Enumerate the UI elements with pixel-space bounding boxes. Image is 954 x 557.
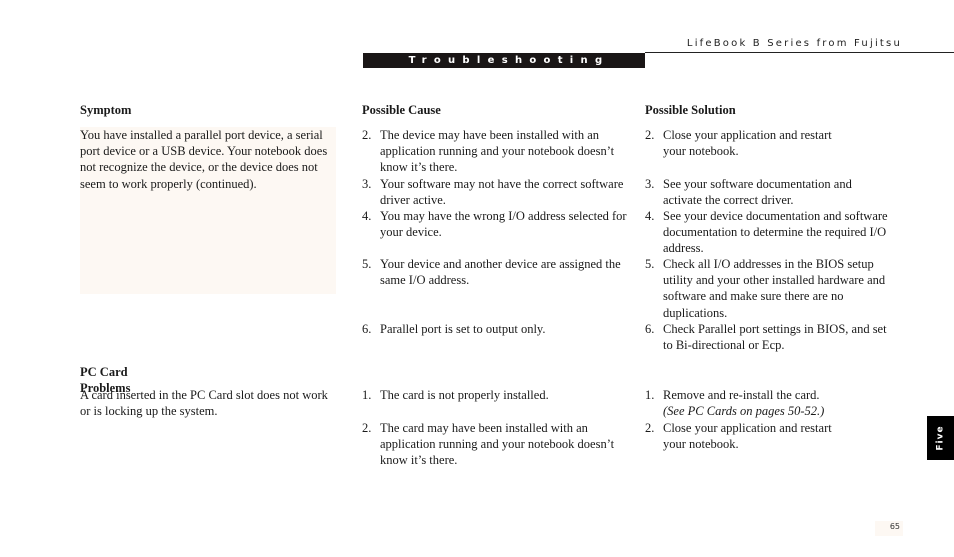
item-text: The card is not properly installed. bbox=[380, 388, 549, 402]
item-text: Parallel port is set to output only. bbox=[380, 322, 546, 336]
item-text: See your software documentation and acti… bbox=[663, 177, 852, 208]
item-number: 3. bbox=[645, 177, 655, 191]
cause-item: 2. The card may have been installed with… bbox=[362, 420, 632, 469]
item-number: 6. bbox=[645, 322, 655, 336]
symptom-text: A card inserted in the PC Card slot does… bbox=[80, 388, 328, 419]
item-number: 4. bbox=[645, 209, 655, 223]
cause-item: 6. Parallel port is set to output only. bbox=[362, 321, 632, 337]
item-number: 4. bbox=[362, 209, 372, 223]
item-text: Your device and another device are assig… bbox=[380, 257, 621, 288]
running-head: LifeBook B Series from Fujitsu bbox=[686, 38, 902, 49]
item-number: 5. bbox=[645, 257, 655, 271]
chapter-tab: Five bbox=[927, 416, 954, 460]
cause-item: 3. Your software may not have the correc… bbox=[362, 176, 632, 208]
solution-item: 3. See your software documentation and a… bbox=[645, 176, 877, 208]
cause-item: 5. Your device and another device are as… bbox=[362, 256, 632, 288]
item-text: The device may have been installed with … bbox=[380, 128, 615, 175]
chapter-tab-label: Five bbox=[935, 425, 946, 451]
item-number: 3. bbox=[362, 177, 372, 191]
item-text: Your software may not have the correct s… bbox=[380, 177, 624, 208]
item-text: Remove and re-install the card. bbox=[663, 388, 820, 402]
item-text: Close your application and restart your … bbox=[663, 128, 832, 159]
solution-item: 6. Check Parallel port settings in BIOS,… bbox=[645, 321, 895, 353]
cause-item: 4. You may have the wrong I/O address se… bbox=[362, 208, 632, 240]
solution-item: 4. See your device documentation and sof… bbox=[645, 208, 915, 257]
item-number: 1. bbox=[362, 388, 372, 402]
solution-item: 5. Check all I/O addresses in the BIOS s… bbox=[645, 256, 895, 321]
item-number: 1. bbox=[645, 388, 655, 402]
section-title-bar: Troubleshooting bbox=[363, 53, 645, 68]
item-number: 2. bbox=[645, 128, 655, 142]
item-text: Check all I/O addresses in the BIOS setu… bbox=[663, 257, 886, 320]
header-rule bbox=[645, 52, 954, 53]
item-number: 2. bbox=[645, 421, 655, 435]
item-number: 2. bbox=[362, 421, 372, 435]
item-text: You may have the wrong I/O address selec… bbox=[380, 209, 627, 240]
column-heading-symptom: Symptom bbox=[80, 103, 132, 117]
item-text: See your device documentation and softwa… bbox=[663, 209, 888, 256]
cause-item: 2. The device may have been installed wi… bbox=[362, 127, 632, 176]
item-text: Check Parallel port settings in BIOS, an… bbox=[663, 322, 887, 353]
cause-item: 1. The card is not properly installed. bbox=[362, 387, 632, 403]
solution-item: 1. Remove and re-install the card. (See … bbox=[645, 387, 885, 419]
item-text: The card may have been installed with an… bbox=[380, 421, 615, 468]
column-heading-cause: Possible Cause bbox=[362, 103, 441, 117]
solution-item: 2. Close your application and restart yo… bbox=[645, 420, 855, 452]
item-number: 6. bbox=[362, 322, 372, 336]
item-number: 5. bbox=[362, 257, 372, 271]
page-number: 65 bbox=[875, 521, 903, 536]
item-text: Close your application and restart your … bbox=[663, 421, 832, 452]
solution-item: 2. Close your application and restart yo… bbox=[645, 127, 855, 159]
item-number: 2. bbox=[362, 128, 372, 142]
symptom-text: You have installed a parallel port devic… bbox=[80, 128, 328, 191]
cross-reference-note: (See PC Cards on pages 50-52.) bbox=[663, 404, 825, 419]
column-heading-solution: Possible Solution bbox=[645, 103, 736, 117]
